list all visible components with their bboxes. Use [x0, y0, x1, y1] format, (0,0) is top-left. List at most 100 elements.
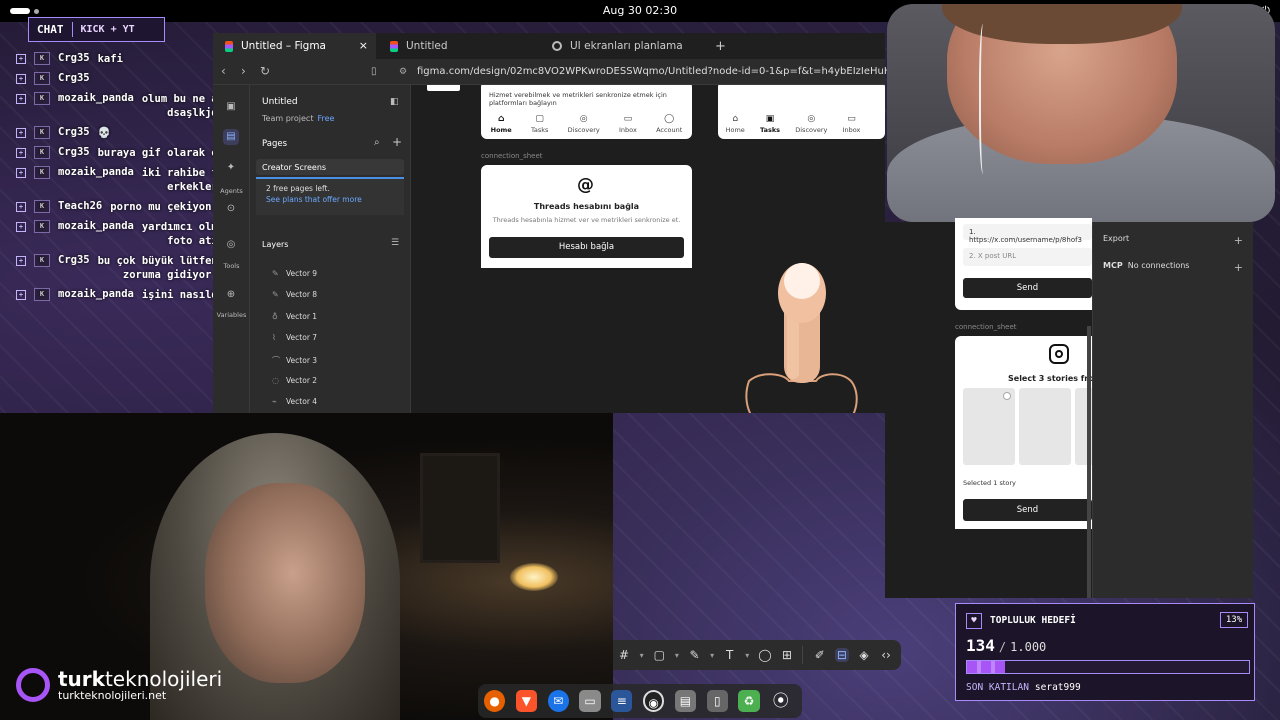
actions-icon[interactable]: ⊞	[780, 648, 794, 662]
chevron-down-icon[interactable]: ▾	[639, 651, 644, 660]
check-icon[interactable]	[1003, 392, 1011, 400]
tab-untitled[interactable]: Untitled	[378, 33, 538, 59]
add-page-icon[interactable]: +	[392, 135, 402, 149]
draw-mode-icon[interactable]: ✐	[813, 648, 827, 662]
reload-icon[interactable]: ↻	[260, 64, 270, 78]
send-button[interactable]: Send	[963, 499, 1092, 521]
expand-icon[interactable]: +	[16, 54, 26, 64]
x-url-input-1[interactable]: 1. https://x.com/username/p/8hof3	[963, 224, 1092, 244]
nav-home[interactable]: ⌂ Home	[726, 114, 745, 134]
writer-icon[interactable]: ≡	[611, 690, 633, 712]
expand-icon[interactable]: +	[16, 94, 26, 104]
nav-tasks[interactable]: ▣ Tasks	[760, 114, 780, 134]
rectangle-tool-icon[interactable]: ▢	[652, 648, 666, 662]
frame-threads-sheet[interactable]: @ Threads hesabını bağla Threads hesabın…	[481, 165, 692, 268]
panel-toggle-icon[interactable]: ◧	[390, 97, 399, 107]
url-field[interactable]: figma.com/design/02mc8VO2WPKwroDESSWqmo/…	[417, 66, 930, 77]
x-url-input-2[interactable]: 2. X post URL	[963, 248, 1092, 266]
plan-badge[interactable]: Free	[317, 114, 334, 123]
tools-icon[interactable]: ◎	[223, 237, 239, 253]
page-item-creator-screens[interactable]: Creator Screens	[256, 159, 404, 175]
assets-icon[interactable]: ⊙	[223, 201, 239, 217]
layer-item[interactable]: ◌ Vector 2	[272, 376, 317, 385]
frame-stub[interactable]	[427, 85, 460, 91]
send-button[interactable]: Send	[963, 278, 1092, 298]
thunderbird-icon[interactable]: ✉	[547, 690, 569, 712]
design-mode-icon[interactable]: ⊟	[834, 648, 849, 662]
chevron-down-icon[interactable]: ▾	[745, 651, 750, 660]
layer-item[interactable]: ⌇ Vector 7	[272, 333, 317, 342]
close-icon[interactable]: ×	[359, 39, 368, 52]
brave-icon[interactable]: ▼	[515, 690, 538, 712]
back-icon[interactable]: ‹	[221, 64, 226, 78]
search-icon[interactable]: ⌕	[374, 137, 380, 148]
frame-platforms[interactable]: Hizmet verebilmek ve metrikleri senkroni…	[481, 85, 692, 139]
layer-item[interactable]: ✎ Vector 8	[272, 290, 317, 299]
expand-icon[interactable]: +	[16, 74, 26, 84]
frame-tool-icon[interactable]: #	[617, 648, 631, 662]
frame-instagram-sheet[interactable]: Select 3 stories from Selected 1 story S…	[955, 336, 1102, 529]
scrollbar[interactable]	[1087, 326, 1091, 598]
site-settings-icon[interactable]: ⚙	[399, 67, 407, 77]
vector-illustration[interactable]	[741, 253, 866, 413]
file-title[interactable]: Untitled	[262, 97, 298, 107]
selected-count: Selected 1 story	[963, 479, 1016, 487]
nav-account[interactable]: ◯ Account	[656, 114, 682, 134]
connect-account-button[interactable]: Hesabı bağla	[489, 237, 684, 258]
export-row[interactable]: Export +	[1103, 234, 1243, 247]
nav-inbox[interactable]: ▭ Inbox	[843, 114, 861, 134]
pen-tool-icon[interactable]: ✎	[687, 648, 701, 662]
file-icon[interactable]: ▤	[223, 129, 239, 145]
firefox-icon[interactable]: ●	[484, 690, 506, 712]
nav-discovery[interactable]: ◎ Discovery	[795, 114, 827, 134]
mcp-row[interactable]: MCP No connections +	[1103, 261, 1243, 274]
figma-canvas[interactable]: Hizmet verebilmek ve metrikleri senkroni…	[411, 85, 885, 413]
layer-item[interactable]: ⌒ Vector 3	[272, 355, 317, 366]
trash-icon[interactable]: ♻	[738, 690, 760, 712]
usb-icon[interactable]: ▯	[706, 690, 728, 712]
agents-icon[interactable]: ✦	[223, 160, 239, 176]
obs-icon[interactable]: ◉	[642, 690, 665, 712]
nav-home[interactable]: ⌂ Home	[491, 114, 512, 134]
layers-list-icon[interactable]: ☰	[391, 238, 399, 248]
video-candle-light	[510, 563, 558, 591]
nav-inbox[interactable]: ▭ Inbox	[619, 114, 637, 134]
chevron-down-icon[interactable]: ▾	[674, 651, 679, 660]
expand-icon[interactable]: +	[16, 256, 26, 266]
see-plans-link[interactable]: See plans that offer more	[266, 195, 394, 204]
story-thumb[interactable]	[1019, 388, 1071, 465]
app-icon[interactable]: ▤	[674, 690, 697, 712]
layer-item[interactable]: ✎ Vector 9	[272, 269, 317, 278]
tab-figma[interactable]: Untitled – Figma ×	[213, 33, 376, 59]
right-canvas[interactable]: 1. https://x.com/username/p/8hof3 2. X p…	[885, 218, 1102, 598]
brand-logo-icon	[16, 668, 50, 702]
nav-discovery[interactable]: ◎ Discovery	[568, 114, 600, 134]
new-tab-button[interactable]: +	[703, 33, 727, 59]
files-icon[interactable]: ▭	[579, 690, 601, 712]
chevron-down-icon[interactable]: ▾	[710, 651, 715, 660]
bookmark-icon[interactable]: ▯	[371, 66, 377, 77]
frame-tasks[interactable]: ⌂ Home ▣ Tasks ◎ Discovery ▭ Inbox	[718, 85, 885, 139]
forward-icon[interactable]: ›	[241, 64, 246, 78]
prototype-icon[interactable]: ◈	[857, 648, 871, 662]
show-apps-icon[interactable]: ⦿	[770, 690, 791, 712]
add-export-icon[interactable]: +	[1234, 234, 1243, 247]
variables-icon[interactable]: ⊕	[223, 287, 239, 303]
expand-icon[interactable]: +	[16, 222, 26, 232]
expand-icon[interactable]: +	[16, 290, 26, 300]
expand-icon[interactable]: +	[16, 168, 26, 178]
story-thumb-selected[interactable]	[963, 388, 1015, 465]
layer-item[interactable]: ⌁ Vector 4	[272, 397, 317, 406]
layer-item[interactable]: ♁ Vector 1	[272, 312, 317, 321]
frame-x-posts[interactable]: 1. https://x.com/username/p/8hof3 2. X p…	[955, 218, 1092, 310]
expand-icon[interactable]: +	[16, 128, 26, 138]
expand-icon[interactable]: +	[16, 148, 26, 158]
text-tool-icon[interactable]: T	[723, 648, 737, 662]
dev-mode-icon[interactable]: ‹›	[879, 648, 893, 662]
expand-icon[interactable]: +	[16, 202, 26, 212]
nav-tasks[interactable]: ▢ Tasks	[531, 114, 548, 134]
design-icon[interactable]: ▣	[223, 99, 239, 115]
comment-tool-icon[interactable]: ◯	[758, 648, 772, 662]
add-mcp-icon[interactable]: +	[1234, 261, 1243, 274]
tab-ui-planning[interactable]: UI ekranları planlama	[540, 33, 705, 59]
